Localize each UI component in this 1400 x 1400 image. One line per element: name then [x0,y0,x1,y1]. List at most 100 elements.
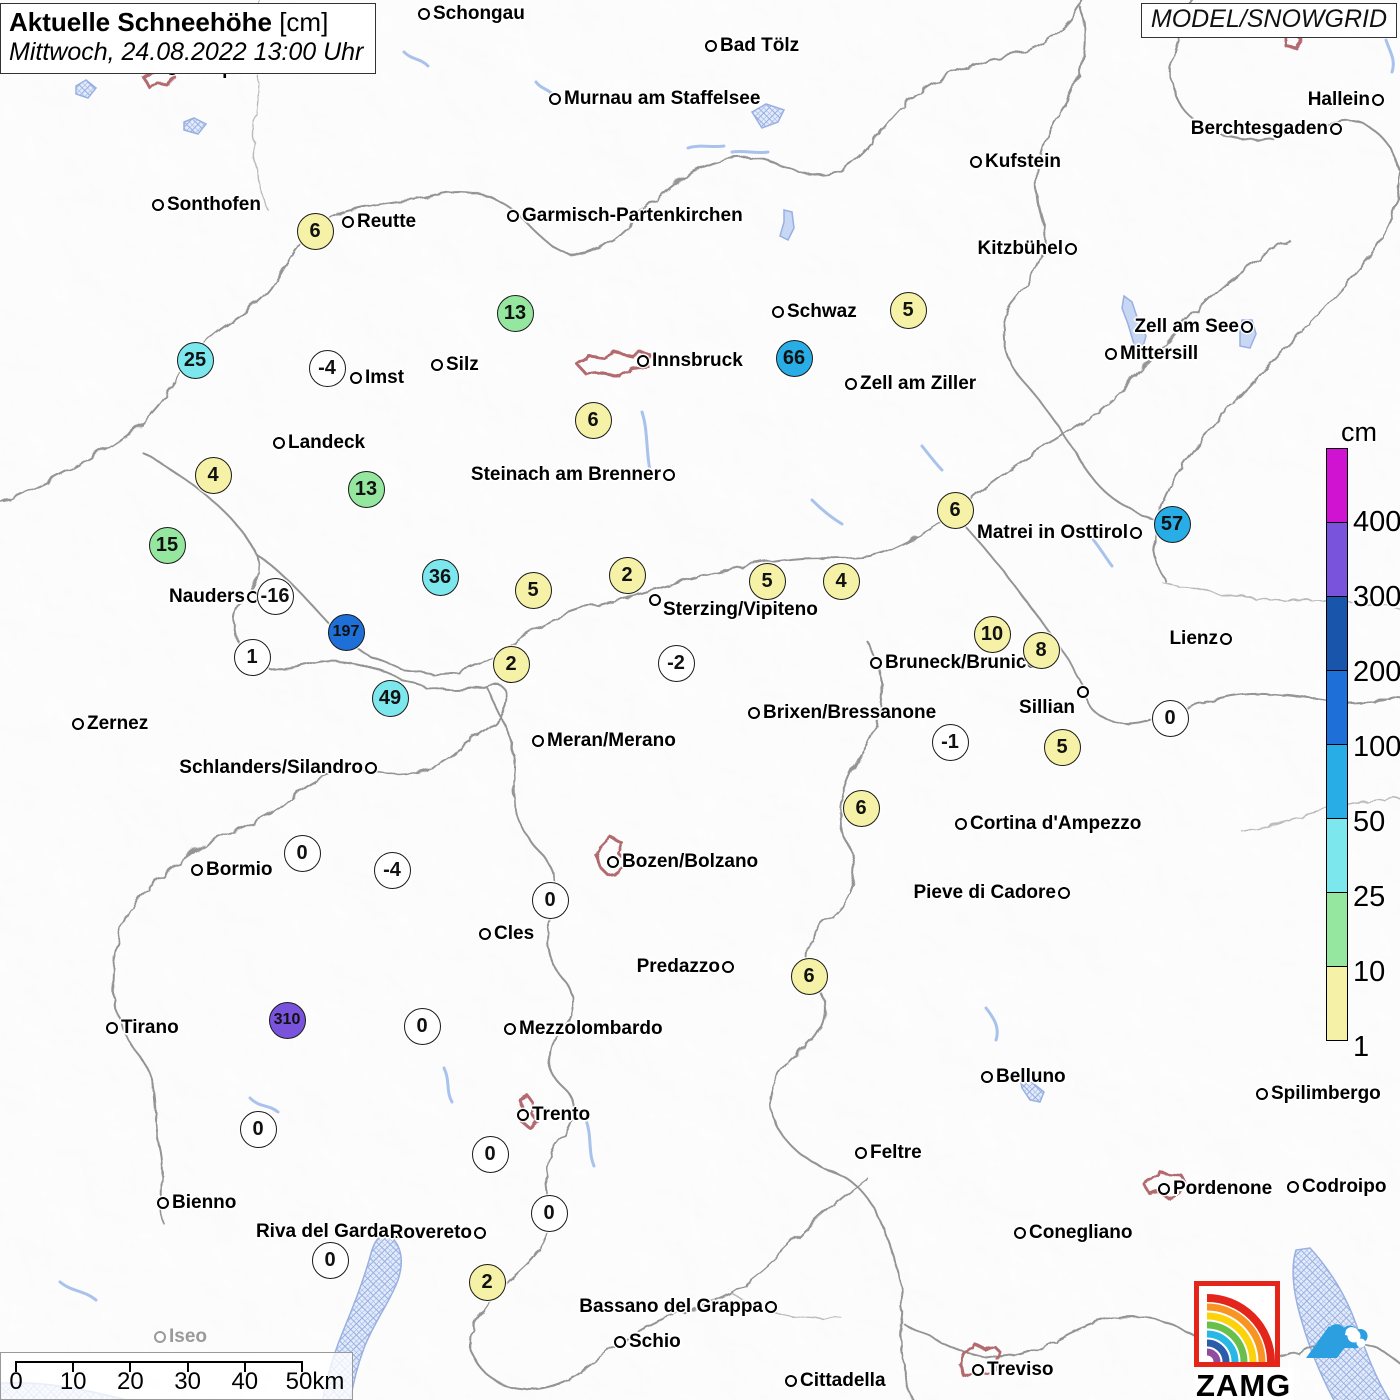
city-dot-icon [1105,348,1117,360]
legend-tick-label: 100 [1353,731,1400,763]
city-label: Codroipo [1302,1176,1387,1197]
city-dot-icon [106,1022,118,1034]
city-dot-icon [479,928,491,940]
city-dot-icon [365,762,377,774]
legend-segment [1326,670,1348,745]
zamg-logo-text: ZAMG [1194,1368,1294,1400]
city-dot-icon [1287,1181,1299,1193]
city-dot-icon [157,1197,169,1209]
city-label: Brixen/Bressanone [763,702,937,723]
station-value-badge: 1 [233,638,271,676]
city-dot-icon [1065,243,1077,255]
city-dot-icon [1372,94,1384,106]
station-value-badge: 0 [239,1110,277,1148]
legend-segment [1326,596,1348,671]
station-value-badge: 5 [1043,728,1081,766]
city-dot-icon [152,199,164,211]
city-label: Cittadella [800,1370,886,1391]
station-value-badge: -16 [256,577,294,615]
legend-unit-label: cm [1341,417,1377,447]
station-value-badge: 15 [148,526,186,564]
city-dot-icon [532,735,544,747]
city-label: Kitzbühel [977,238,1064,259]
city-dot-icon [342,216,354,228]
city-label: Bruneck/Brunico [885,652,1039,673]
city-label: Tirano [121,1017,179,1038]
city-dot-icon [765,1301,777,1313]
legend-segment [1326,448,1348,523]
city-dot-icon [1077,686,1089,698]
station-value-badge: 0 [311,1241,349,1279]
city-label: Mittersill [1120,343,1199,364]
station-value-badge: 6 [842,789,880,827]
city-label: Bienno [172,1192,237,1213]
station-value-badge: 49 [371,679,409,717]
city-label: Zell am See [1134,316,1239,337]
city-label: Conegliano [1029,1222,1133,1243]
city-dot-icon [845,378,857,390]
city-dot-icon [517,1109,529,1121]
city-dot-icon [1058,887,1070,899]
station-value-badge: 8 [1022,631,1060,669]
city-label: Bassano del Grappa [579,1296,763,1317]
scale-bar-label: 40 [231,1368,259,1395]
city-dot-icon [705,40,717,52]
scale-bar-label: 50km [285,1368,345,1395]
station-value-badge: 0 [471,1135,509,1173]
city-label: Kufstein [985,151,1061,172]
legend-tick-label: 50 [1353,806,1386,838]
city-dot-icon [607,856,619,868]
city-dot-icon [1158,1183,1170,1195]
legend-tick-label: 200 [1353,656,1400,688]
legend-tick-label: 1 [1353,1031,1370,1063]
city-dot-icon [870,657,882,669]
city-label: Cortina d'Ampezzo [970,813,1142,834]
city-label: Schio [629,1331,681,1352]
city-label: Sillian [1019,697,1075,718]
city-label: Hallein [1307,89,1370,110]
city-dot-icon [1256,1088,1268,1100]
map-title: Aktuelle Schneehöhe [cm] [9,7,363,38]
zamg-logo: ZAMG [1194,1281,1294,1400]
station-value-badge: 13 [496,294,534,332]
city-dot-icon [663,469,675,481]
city-dot-icon [785,1375,797,1387]
city-dot-icon [350,372,362,384]
model-name-box: MODEL/SNOWGRID [1140,3,1397,38]
legend-segment [1326,966,1348,1041]
scale-bar-line [15,1361,301,1363]
city-label: Garmisch-Partenkirchen [522,205,743,226]
station-value-badge: 0 [1151,699,1189,737]
legend-segment [1326,522,1348,597]
city-label: Landeck [288,432,366,453]
station-value-badge: 2 [492,645,530,683]
station-value-badge: 4 [822,562,860,600]
city-label: Innsbruck [652,350,743,371]
scale-bar-label: 0 [9,1368,23,1395]
city-dot-icon [191,864,203,876]
city-dot-icon [1220,633,1232,645]
station-value-badge: 2 [608,556,646,594]
city-dot-icon [1330,123,1342,135]
legend-segment [1326,892,1348,967]
station-value-badge: 5 [889,291,927,329]
city-label: Rovereto [389,1222,472,1243]
station-value-badge: 2 [468,1263,506,1301]
legend-tick-label: 10 [1353,956,1386,988]
station-value-badge: 10 [973,615,1011,653]
city-label: Lienz [1169,628,1218,649]
legend-tick-label: 400 [1353,506,1400,538]
city-dot-icon [772,306,784,318]
station-value-badge: 0 [530,1194,568,1232]
station-value-badge: 0 [531,881,569,919]
city-label: Zell am Ziller [860,373,977,394]
legend-tick-label: 300 [1353,581,1400,613]
city-label: Imst [365,367,405,388]
city-label: Trento [532,1104,591,1125]
station-value-badge: -4 [373,851,411,889]
city-dot-icon [722,961,734,973]
city-label: Bormio [206,859,273,880]
city-label: Bozen/Bolzano [622,851,759,872]
station-value-badge: 6 [574,401,612,439]
legend-tick-label: 25 [1353,881,1386,913]
